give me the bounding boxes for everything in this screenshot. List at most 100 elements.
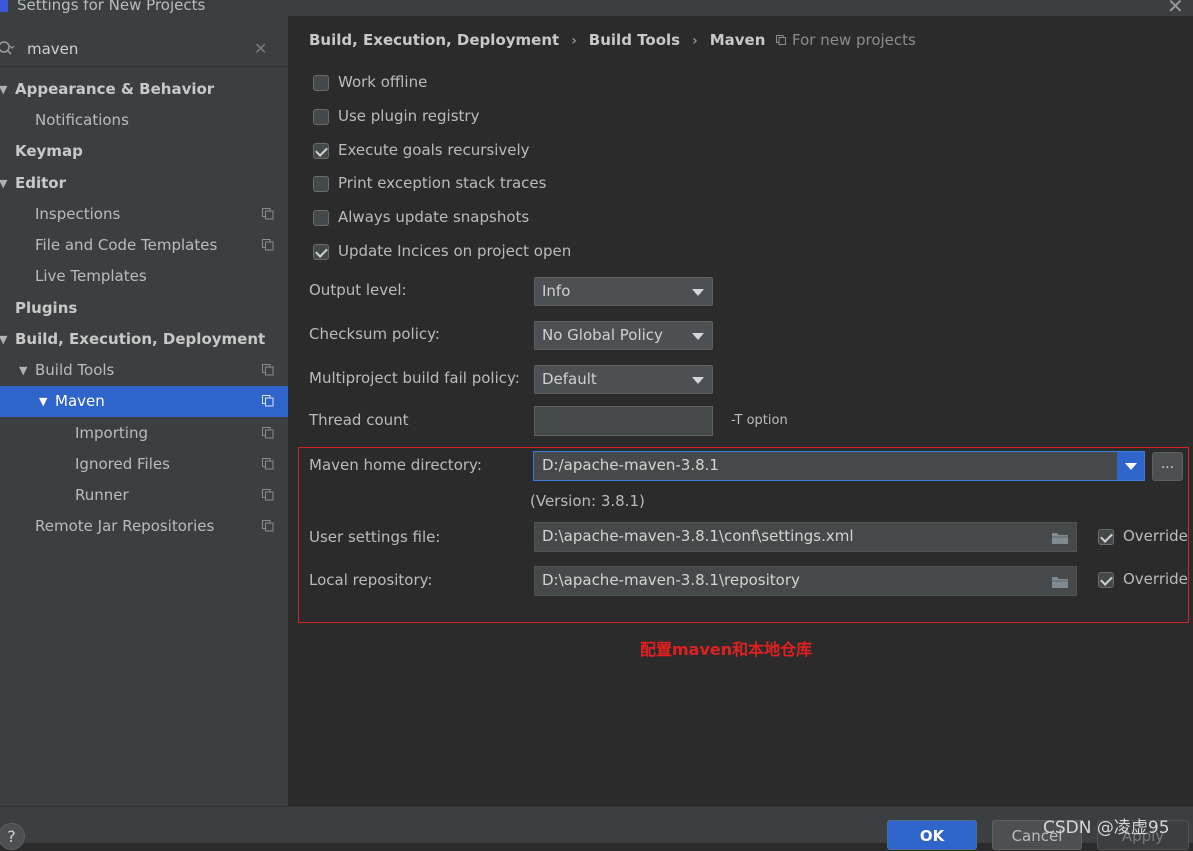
help-button[interactable]: ? [0, 823, 25, 850]
ok-button[interactable]: OK [887, 820, 977, 850]
sidebar-item[interactable]: Live Templates [0, 261, 288, 292]
sidebar-item[interactable]: ▼ Editor [0, 168, 288, 199]
use-plugin-registry-label: Use plugin registry [338, 107, 480, 125]
sidebar-item-label: Inspections [35, 205, 121, 223]
search-icon[interactable] [0, 40, 15, 58]
expand-arrow-icon[interactable]: ▼ [39, 386, 47, 417]
folder-icon[interactable] [1051, 575, 1069, 589]
sidebar-item[interactable]: Notifications [0, 105, 288, 136]
output-level-value: Info [542, 282, 571, 300]
scope-label: For new projects [792, 31, 916, 49]
folder-icon[interactable] [1051, 531, 1069, 545]
breadcrumb-item: Maven [709, 31, 766, 49]
print-exception-stack-traces-label: Print exception stack traces [338, 174, 547, 192]
output-level-label: Output level: [309, 281, 407, 299]
user-settings-value: D:\apache-maven-3.8.1\conf\settings.xml [542, 527, 854, 545]
maven-version-text: (Version: 3.8.1) [530, 492, 645, 510]
sidebar-item-label: File and Code Templates [35, 236, 218, 254]
execute-goals-recursively-checkbox[interactable] [313, 143, 329, 159]
browse-maven-home-button[interactable]: ... [1152, 452, 1183, 481]
sidebar-item[interactable]: Remote Jar Repositories [0, 511, 288, 542]
sidebar-item[interactable]: ▼ Build Tools [0, 355, 288, 386]
maven-home-label: Maven home directory: [309, 456, 482, 474]
sidebar-item-label: Plugins [15, 299, 78, 317]
user-settings-override-checkbox[interactable] [1098, 529, 1114, 545]
sidebar-item-label: Notifications [35, 111, 129, 129]
project-scope-icon [262, 458, 274, 470]
expand-arrow-icon[interactable]: ▼ [19, 355, 27, 386]
maven-home-combobox[interactable]: D:/apache-maven-3.8.1 [533, 451, 1145, 481]
chevron-down-icon [692, 289, 704, 296]
user-settings-field[interactable]: D:\apache-maven-3.8.1\conf\settings.xml [534, 522, 1077, 552]
sidebar-item[interactable]: ▼ Maven [0, 386, 288, 417]
multiproject-fail-policy-dropdown[interactable]: Default [534, 365, 713, 394]
sidebar-item-label: Live Templates [35, 267, 147, 285]
sidebar-item-label: Maven [55, 392, 105, 410]
update-indices-label: Update Incices on project open [338, 242, 572, 260]
sidebar-item[interactable]: Importing [0, 418, 288, 449]
expand-arrow-icon[interactable]: ▼ [0, 74, 7, 105]
multiproject-fail-policy-label: Multiproject build fail policy: [309, 369, 520, 387]
project-scope-icon [262, 364, 274, 376]
sidebar-item-label: Appearance & Behavior [15, 80, 215, 98]
sidebar-item[interactable]: ▼ Build, Execution, Deployment [0, 324, 288, 355]
local-repository-value: D:\apache-maven-3.8.1\repository [542, 571, 800, 589]
thread-count-hint: -T option [731, 413, 788, 428]
multiproject-fail-policy-value: Default [542, 370, 597, 388]
sidebar-item-label: Keymap [15, 142, 83, 160]
sidebar-item[interactable]: Plugins [0, 293, 288, 324]
sidebar-item[interactable]: File and Code Templates [0, 230, 288, 261]
scope-indicator: For new projects [776, 31, 916, 49]
breadcrumb-separator-icon: › [571, 33, 577, 49]
breadcrumb-item: Build, Execution, Deployment [309, 31, 560, 49]
breadcrumb-item: Build Tools [588, 31, 681, 49]
output-level-dropdown[interactable]: Info [534, 277, 713, 306]
sidebar-item-label: Build, Execution, Deployment [15, 330, 266, 348]
sidebar-item[interactable]: Ignored Files [0, 449, 288, 480]
print-exception-stack-traces-checkbox[interactable] [313, 176, 329, 192]
project-scope-icon [262, 520, 274, 532]
expand-arrow-icon[interactable]: ▼ [0, 324, 7, 355]
window-title: Settings for New Projects [17, 0, 206, 14]
clear-search-icon[interactable]: ✕ [254, 39, 267, 58]
work-offline-label: Work offline [338, 73, 428, 91]
thread-count-input[interactable] [534, 406, 713, 436]
sidebar-item-label: Runner [75, 486, 129, 504]
sidebar-item[interactable]: Inspections [0, 199, 288, 230]
chevron-down-icon [692, 377, 704, 384]
expand-arrow-icon[interactable]: ▼ [0, 168, 7, 199]
sidebar-item-label: Importing [75, 424, 148, 442]
user-settings-label: User settings file: [309, 528, 441, 546]
work-offline-checkbox[interactable] [313, 75, 329, 91]
user-settings-override-label: Override [1123, 527, 1188, 545]
always-update-snapshots-label: Always update snapshots [338, 208, 530, 226]
settings-search-input[interactable] [27, 38, 247, 60]
local-repository-override-label: Override [1123, 570, 1188, 588]
sidebar-item-label: Ignored Files [75, 455, 170, 473]
annotation-text: 配置maven和本地仓库 [640, 640, 813, 659]
use-plugin-registry-checkbox[interactable] [313, 109, 329, 125]
execute-goals-recursively-label: Execute goals recursively [338, 141, 530, 159]
checksum-policy-label: Checksum policy: [309, 325, 440, 343]
always-update-snapshots-checkbox[interactable] [313, 210, 329, 226]
project-scope-icon [262, 427, 274, 439]
thread-count-label: Thread count [309, 411, 409, 429]
breadcrumb: Build, Execution, Deployment › Build Tools… [309, 31, 765, 53]
sidebar-item-label: Editor [15, 174, 66, 192]
sidebar-item[interactable]: Keymap [0, 136, 288, 167]
sidebar-item-label: Build Tools [35, 361, 115, 379]
checksum-policy-value: No Global Policy [542, 326, 663, 344]
project-scope-icon [776, 35, 786, 45]
sidebar-item[interactable]: Runner [0, 480, 288, 511]
maven-home-value: D:/apache-maven-3.8.1 [542, 456, 719, 474]
sidebar-item[interactable]: ▼ Appearance & Behavior [0, 74, 288, 105]
local-repository-field[interactable]: D:\apache-maven-3.8.1\repository [534, 566, 1077, 596]
update-indices-checkbox[interactable] [313, 244, 329, 260]
window-close-icon[interactable]: ✕ [1167, 0, 1184, 18]
chevron-down-icon[interactable] [1117, 452, 1144, 480]
local-repository-label: Local repository: [309, 571, 433, 589]
project-scope-icon [262, 489, 274, 501]
checksum-policy-dropdown[interactable]: No Global Policy [534, 321, 713, 350]
local-repository-override-checkbox[interactable] [1098, 572, 1114, 588]
sidebar-item-label: Remote Jar Repositories [35, 517, 215, 535]
